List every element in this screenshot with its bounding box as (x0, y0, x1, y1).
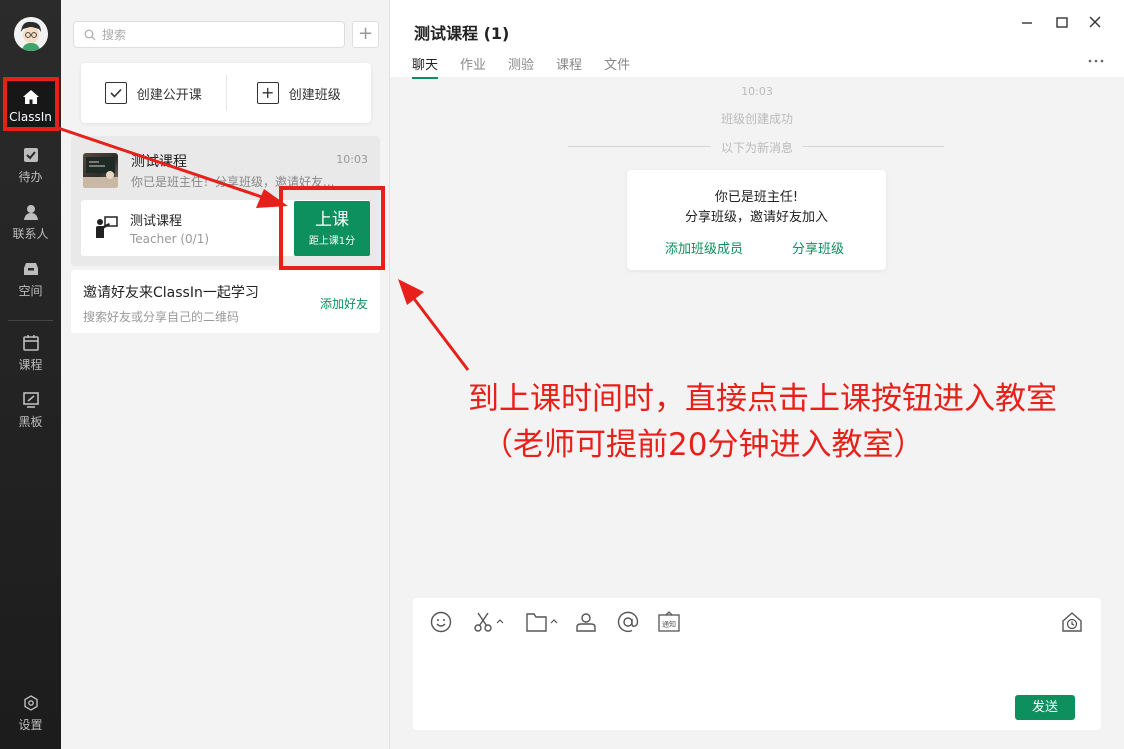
add-class-members-link[interactable]: 添加班级成员 (665, 238, 743, 257)
chat-title: 测试课程 (1) (414, 24, 510, 43)
highlight-box-start-class (279, 186, 385, 270)
more-icon (1088, 59, 1104, 63)
system-message: 班级创建成功 (720, 112, 793, 126)
calendar-icon (22, 335, 39, 351)
create-open-course-button[interactable]: 创建公开课 (81, 63, 226, 123)
close-icon (1089, 16, 1101, 28)
tab-files[interactable]: 文件 (604, 54, 630, 79)
add-friend-link[interactable]: 添加好友 (320, 295, 368, 312)
teacher-icon (96, 216, 118, 238)
invite-subtitle: 搜索好友或分享自己的二维码 (83, 310, 240, 324)
screenshot-button[interactable] (471, 610, 507, 634)
system-time: 10:03 (741, 85, 773, 98)
blackboard-icon (22, 392, 39, 408)
highlight-box-classin (3, 77, 59, 131)
maximize-button[interactable] (1055, 14, 1069, 33)
more-menu-button[interactable] (1088, 52, 1104, 68)
sidebar-item-label: 空间 (18, 284, 43, 298)
tab-course[interactable]: 课程 (556, 54, 582, 79)
chat-panel: 测试课程 (1) 聊天 作业 测验 课程 文件 10:03 班级创建成功 以下为… (390, 0, 1124, 749)
annotation-line1: 到上课时间时，直接点击上课按钮进入教室 (468, 381, 1057, 417)
rail-divider (8, 320, 53, 321)
search-input[interactable]: 搜索 (73, 21, 345, 48)
course-name: 测试课程 (131, 154, 187, 170)
minimize-button[interactable] (1020, 14, 1034, 33)
sidebar-item-blackboard[interactable]: 黑板 (0, 385, 61, 435)
emoji-icon (430, 611, 452, 633)
schedule-icon (1062, 612, 1082, 632)
notice-icon: 通知 (658, 611, 680, 632)
sidebar-item-label: 联系人 (12, 227, 49, 241)
message-composer[interactable]: 通知 发送 (413, 598, 1101, 730)
create-open-course-label: 创建公开课 (136, 87, 202, 103)
user-avatar[interactable] (14, 17, 48, 51)
sidebar-item-todo[interactable]: 待办 (0, 140, 61, 190)
course-time: 10:03 (336, 153, 368, 166)
tab-chat[interactable]: 聊天 (412, 54, 439, 79)
search-placeholder: 搜索 (102, 28, 127, 42)
new-messages-label: 以下为新消息 (710, 141, 803, 155)
add-button[interactable]: + (352, 21, 379, 48)
contacts-icon (23, 205, 38, 220)
annotation-line2: （老师可提前20分钟进入教室） (482, 427, 925, 463)
create-card: 创建公开课 + 创建班级 (81, 63, 371, 123)
tab-homework[interactable]: 作业 (460, 54, 486, 79)
settings-label: 设置 (18, 718, 43, 732)
at-icon (617, 611, 639, 633)
checkbox-icon (104, 82, 127, 104)
folder-icon (526, 613, 558, 632)
send-button[interactable]: 发送 (1015, 695, 1075, 720)
new-messages-label-wrap: 以下为新消息 (390, 139, 1124, 156)
search-icon (84, 29, 96, 40)
chat-header: 测试课程 (1) 聊天 作业 测验 课程 文件 (390, 0, 1124, 79)
tab-quiz[interactable]: 测验 (508, 54, 534, 79)
create-class-label: 创建班级 (288, 87, 341, 103)
maximize-icon (1056, 17, 1068, 28)
sidebar-item-label: 课程 (18, 358, 43, 372)
notice-button[interactable]: 通知 (657, 610, 681, 634)
sidebar-item-space[interactable]: 空间 (0, 254, 61, 304)
file-button[interactable] (525, 610, 561, 634)
notice-line1: 你已是班主任! (714, 190, 799, 205)
chat-tabs: 聊天 作业 测验 课程 文件 (412, 54, 652, 79)
share-class-link[interactable]: 分享班级 (792, 238, 844, 257)
contact-card-button[interactable] (574, 610, 598, 634)
invite-card: 邀请好友来ClassIn一起学习 搜索好友或分享自己的二维码 添加好友 (71, 270, 380, 333)
settings-button[interactable]: 设置 (0, 688, 61, 738)
conversation-list-panel: 搜索 + 创建公开课 + 创建班级 测试课程 10:03 你已是班主任！分享班级… (61, 0, 390, 749)
sidebar-item-courses[interactable]: 课程 (0, 328, 61, 378)
close-button[interactable] (1088, 14, 1102, 33)
plus-icon: + (357, 23, 374, 44)
course-thumbnail (83, 153, 118, 188)
lesson-role: Teacher (0/1) (130, 232, 210, 246)
tutorial-annotation: 到上课时间时，直接点击上课按钮进入教室 （老师可提前20分钟进入教室） (468, 376, 1057, 468)
schedule-button[interactable] (1060, 610, 1084, 634)
sidebar-item-label: 待办 (18, 170, 43, 184)
person-icon (576, 613, 596, 632)
invite-title: 邀请好友来ClassIn一起学习 (83, 285, 259, 301)
welcome-notice-card: 你已是班主任! 分享班级，邀请好友加入 添加班级成员 分享班级 (627, 170, 886, 270)
notice-icon-label: 通知 (662, 620, 676, 629)
notice-line2: 分享班级，邀请好友加入 (684, 210, 828, 225)
minimize-icon (1022, 22, 1032, 24)
emoji-button[interactable] (429, 610, 453, 634)
create-class-button[interactable]: + 创建班级 (227, 63, 372, 123)
scissors-icon (474, 612, 504, 632)
space-icon (23, 263, 38, 275)
todo-icon (23, 148, 38, 162)
settings-icon (23, 695, 38, 711)
mention-button[interactable] (616, 610, 640, 634)
lesson-name: 测试课程 (130, 214, 183, 229)
sidebar-item-contacts[interactable]: 联系人 (0, 197, 61, 247)
plus-box-icon: + (256, 82, 279, 104)
sidebar-item-label: 黑板 (18, 415, 43, 429)
